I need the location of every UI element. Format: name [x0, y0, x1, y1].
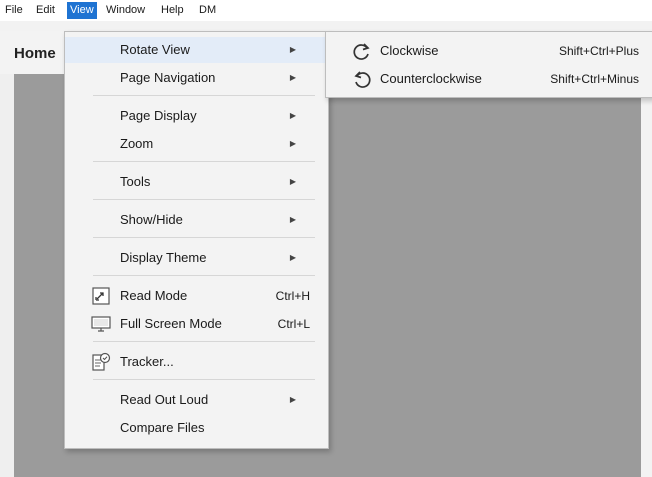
menu-item-label: Page Navigation — [120, 70, 216, 85]
menu-item-clockwise[interactable]: Clockwise Shift+Ctrl+Plus — [326, 38, 652, 64]
menu-edit[interactable]: Edit — [33, 2, 58, 19]
menu-item-rotate-view[interactable]: Rotate View ▶ — [65, 37, 328, 63]
read-mode-icon — [92, 287, 110, 305]
menu-item-page-display[interactable]: Page Display ▶ — [65, 103, 328, 129]
menu-item-read-mode[interactable]: Read Mode Ctrl+H — [65, 283, 328, 309]
menu-item-tracker[interactable]: Tracker... — [65, 349, 328, 375]
menu-item-compare-files[interactable]: Compare Files — [65, 415, 328, 441]
menu-separator — [93, 95, 315, 96]
menu-separator — [93, 341, 315, 342]
menu-item-label: Compare Files — [120, 420, 205, 435]
menu-item-show-hide[interactable]: Show/Hide ▶ — [65, 207, 328, 233]
menu-item-label: Rotate View — [120, 42, 190, 57]
menu-item-label: Tracker... — [120, 354, 174, 369]
menu-help[interactable]: Help — [158, 2, 187, 19]
submenu-arrow-icon: ▶ — [289, 111, 296, 120]
tracker-icon — [92, 352, 111, 371]
monitor-icon — [91, 316, 111, 332]
menu-item-label: Page Display — [120, 108, 197, 123]
menu-item-label: Display Theme — [120, 250, 207, 265]
menu-item-page-navigation[interactable]: Page Navigation ▶ — [65, 65, 328, 91]
menu-item-label: Counterclockwise — [380, 71, 482, 86]
submenu-arrow-icon: ▶ — [289, 395, 296, 404]
menu-window[interactable]: Window — [103, 2, 148, 19]
menu-separator — [93, 199, 315, 200]
menu-item-display-theme[interactable]: Display Theme ▶ — [65, 245, 328, 271]
shortcut-label: Ctrl+H — [275, 289, 310, 303]
menu-item-read-out-loud[interactable]: Read Out Loud ▶ — [65, 387, 328, 413]
right-panel-strip — [641, 74, 652, 477]
submenu-arrow-icon: ▶ — [289, 139, 296, 148]
tab-home[interactable]: Home — [14, 45, 56, 62]
menu-view[interactable]: View — [67, 2, 97, 19]
menu-separator — [93, 379, 315, 380]
menu-dm[interactable]: DM — [196, 2, 219, 19]
rotate-clockwise-icon — [353, 43, 370, 60]
submenu-arrow-icon: ▶ — [289, 177, 296, 186]
menu-bar: File Edit View Window Help DM — [0, 0, 652, 22]
shortcut-label: Shift+Ctrl+Plus — [558, 44, 639, 58]
menu-separator — [93, 161, 315, 162]
menu-item-label: Clockwise — [380, 43, 439, 58]
menu-item-full-screen-mode[interactable]: Full Screen Mode Ctrl+L — [65, 311, 328, 337]
menu-item-zoom[interactable]: Zoom ▶ — [65, 131, 328, 157]
menu-item-label: Show/Hide — [120, 212, 183, 227]
view-menu: Rotate View ▶ Page Navigation ▶ Page Dis… — [64, 31, 329, 449]
submenu-arrow-icon: ▶ — [289, 45, 296, 54]
submenu-arrow-icon: ▶ — [289, 215, 296, 224]
shortcut-label: Ctrl+L — [277, 317, 310, 331]
menu-item-tools[interactable]: Tools ▶ — [65, 169, 328, 195]
menu-separator — [93, 275, 315, 276]
shortcut-label: Shift+Ctrl+Minus — [550, 72, 639, 86]
menu-separator — [93, 237, 315, 238]
menu-item-label: Full Screen Mode — [120, 316, 222, 331]
menu-item-label: Tools — [120, 174, 151, 189]
submenu-arrow-icon: ▶ — [289, 73, 296, 82]
menu-item-counterclockwise[interactable]: Counterclockwise Shift+Ctrl+Minus — [326, 66, 652, 92]
menu-file[interactable]: File — [2, 2, 26, 19]
rotate-counterclockwise-icon — [354, 71, 371, 88]
menu-item-label: Read Mode — [120, 288, 188, 303]
left-panel-strip — [0, 74, 14, 477]
menu-item-label: Zoom — [120, 136, 154, 151]
rotate-view-submenu: Clockwise Shift+Ctrl+Plus Counterclockwi… — [325, 31, 652, 98]
submenu-arrow-icon: ▶ — [289, 253, 296, 262]
menu-item-label: Read Out Loud — [120, 392, 209, 407]
